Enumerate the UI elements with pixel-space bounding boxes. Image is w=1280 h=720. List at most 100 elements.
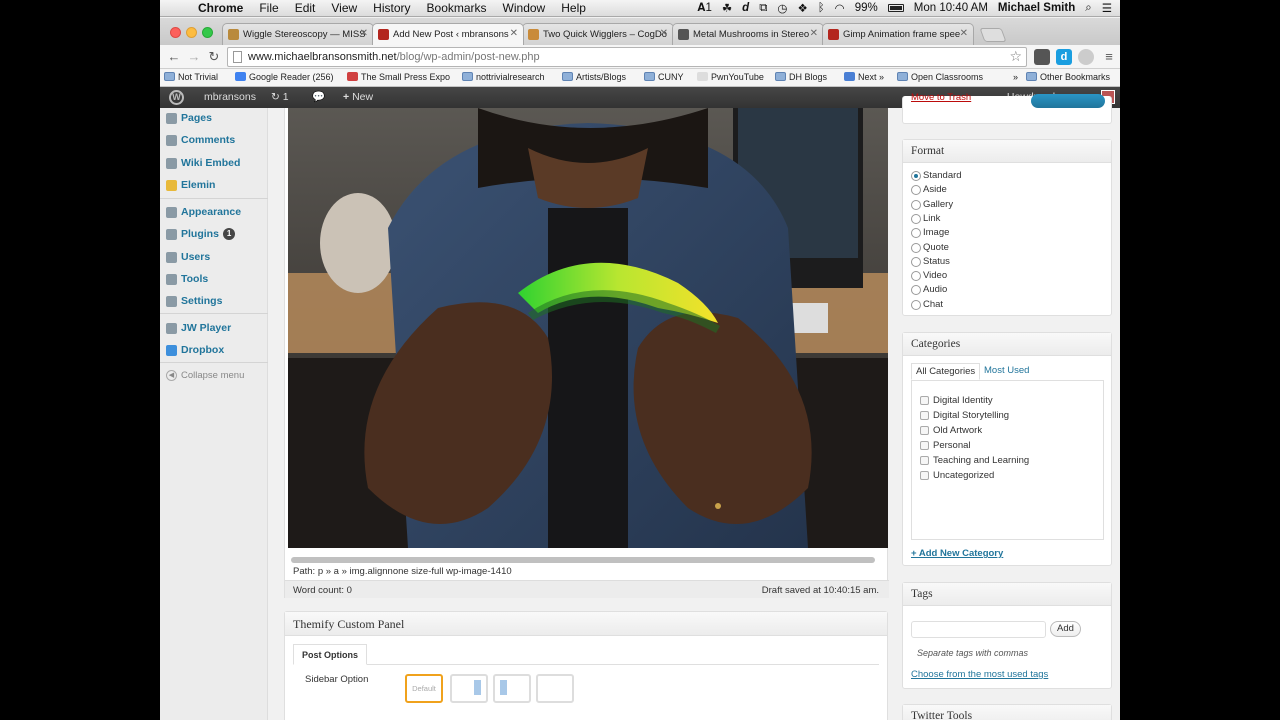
format-option-audio[interactable]: Audio — [911, 284, 947, 296]
reload-icon[interactable]: ↻ — [205, 48, 223, 66]
layout-sidebar-right-option[interactable] — [450, 674, 488, 703]
collapse-menu-button[interactable]: ◀ Collapse menu — [166, 370, 244, 381]
tab-wiggle-stereoscopy[interactable]: Wiggle Stereoscopy — MISS ✕ — [222, 23, 374, 45]
admin-bar-updates[interactable]: ↻ 1 — [271, 87, 289, 108]
address-bar[interactable]: www.michaelbransonsmith.net/blog/wp-admi… — [227, 47, 1027, 67]
radio-button[interactable] — [911, 228, 921, 239]
bookmark-item[interactable]: Open Classrooms — [897, 72, 983, 82]
radio-button[interactable] — [911, 199, 921, 210]
chrome-menu-icon[interactable]: ≡ — [1100, 48, 1118, 66]
close-tab-icon[interactable]: ✕ — [960, 28, 968, 39]
tab-gimp-animation[interactable]: Gimp Animation frame spee ✕ — [822, 23, 974, 45]
tab-add-new-post[interactable]: Add New Post ‹ mbransons ✕ — [372, 23, 524, 45]
checkbox[interactable] — [920, 396, 929, 405]
sidebar-item-pages[interactable]: Pages — [160, 108, 268, 130]
new-tab-button[interactable] — [979, 28, 1007, 42]
tab-all-categories[interactable]: All Categories — [911, 363, 981, 380]
format-option-image[interactable]: Image — [911, 227, 949, 239]
sidebar-item-comments[interactable]: Comments — [160, 130, 268, 152]
sidebar-item-wiki-embed[interactable]: Wiki Embed — [160, 153, 268, 175]
battery-percent[interactable]: 99% — [855, 2, 878, 14]
layout-default-option[interactable]: Default — [405, 674, 443, 703]
evernote-icon[interactable]: ☘ — [722, 1, 732, 15]
extension-globe-icon[interactable] — [1078, 49, 1094, 65]
tab-most-used[interactable]: Most Used — [980, 363, 1033, 378]
bookmark-item[interactable]: Not Trivial — [164, 72, 218, 82]
checkbox[interactable] — [920, 426, 929, 435]
tags-box-title[interactable]: Tags — [903, 583, 1111, 606]
battery-icon[interactable] — [887, 4, 904, 12]
timemachine-icon[interactable]: ◷ — [777, 1, 787, 15]
sidebar-item-users[interactable]: Users — [160, 247, 268, 269]
wordpress-logo-icon[interactable]: W — [169, 90, 184, 105]
tab-metal-mushrooms[interactable]: Metal Mushrooms in Stereo ✕ — [672, 23, 824, 45]
category-item[interactable]: Teaching and Learning — [920, 455, 1029, 466]
menu-window[interactable]: Window — [495, 0, 554, 17]
radio-button[interactable] — [911, 171, 921, 181]
minimize-window-button[interactable] — [186, 27, 197, 38]
tab-post-options[interactable]: Post Options — [293, 644, 367, 665]
format-option-quote[interactable]: Quote — [911, 242, 949, 253]
close-tab-icon[interactable]: ✕ — [360, 28, 368, 39]
checkbox[interactable] — [920, 441, 929, 450]
radio-button[interactable] — [911, 213, 921, 224]
admin-bar-site-name[interactable]: mbransons — [204, 87, 256, 108]
format-option-standard[interactable]: Standard — [911, 170, 962, 181]
category-item[interactable]: Old Artwork — [920, 425, 982, 436]
sidebar-item-elemin[interactable]: Elemin — [160, 175, 268, 197]
wifi-icon[interactable]: ◠ — [835, 1, 845, 15]
evernote-extension-icon[interactable] — [1034, 49, 1050, 65]
category-item[interactable]: Digital Storytelling — [920, 410, 1009, 421]
menu-app-name[interactable]: Chrome — [190, 0, 251, 17]
post-image[interactable] — [288, 108, 888, 548]
bookmark-item[interactable]: CUNY — [644, 72, 684, 82]
menu-edit[interactable]: Edit — [287, 0, 324, 17]
bookmark-item[interactable]: Artists/Blogs — [562, 72, 626, 82]
radio-button[interactable] — [911, 185, 921, 196]
layout-sidebar-left-option[interactable] — [493, 674, 531, 703]
dashlane-icon[interactable]: d — [742, 2, 749, 14]
format-option-chat[interactable]: Chat — [911, 299, 943, 310]
add-tag-button[interactable]: Add — [1050, 621, 1081, 637]
window-icon[interactable]: ⧉ — [759, 2, 767, 15]
twitter-tools-box-title[interactable]: Twitter Tools — [903, 705, 1111, 720]
dropbox-icon[interactable]: ❖ — [797, 1, 807, 15]
close-tab-icon[interactable]: ✕ — [510, 28, 518, 39]
admin-bar-new[interactable]: + New — [343, 87, 373, 108]
radio-button[interactable] — [911, 299, 921, 310]
bookmark-item[interactable]: Google Reader (256) — [235, 72, 334, 82]
bookmark-star-icon[interactable]: ☆ — [1009, 48, 1022, 65]
bookmark-item[interactable]: The Small Press Expo — [347, 72, 450, 82]
add-new-category-link[interactable]: + Add New Category — [911, 548, 1003, 559]
radio-button[interactable] — [911, 256, 921, 267]
dashlane-extension-icon[interactable]: d — [1056, 49, 1072, 65]
format-box-title[interactable]: Format — [903, 140, 1111, 163]
radio-button[interactable] — [911, 242, 921, 253]
forward-arrow-icon[interactable]: → — [185, 48, 203, 66]
category-item[interactable]: Digital Identity — [920, 395, 993, 406]
radio-button[interactable] — [911, 271, 921, 282]
category-item[interactable]: Uncategorized — [920, 470, 994, 481]
tab-two-quick-wigglers[interactable]: Two Quick Wigglers – CogDo ✕ — [522, 23, 674, 45]
checkbox[interactable] — [920, 411, 929, 420]
choose-most-used-tags-link[interactable]: Choose from the most used tags — [911, 669, 1048, 680]
menu-file[interactable]: File — [251, 0, 286, 17]
back-arrow-icon[interactable]: ← — [165, 48, 183, 66]
bluetooth-icon[interactable]: ᛒ — [818, 2, 825, 14]
menubar-clock[interactable]: Mon 10:40 AM — [914, 2, 988, 14]
radio-button[interactable] — [911, 285, 921, 296]
sidebar-item-appearance[interactable]: Appearance — [160, 202, 268, 224]
menu-help[interactable]: Help — [553, 0, 594, 17]
bookmark-item[interactable]: nottrivialresearch — [462, 72, 545, 82]
adobe-icon[interactable]: 𝐀1 — [697, 2, 711, 15]
checkbox[interactable] — [920, 471, 929, 480]
bookmark-item[interactable]: Other Bookmarks — [1026, 72, 1110, 82]
categories-box-title[interactable]: Categories — [903, 333, 1111, 356]
format-option-video[interactable]: Video — [911, 270, 947, 282]
bookmark-item[interactable]: Next » — [844, 72, 884, 82]
path-value[interactable]: p » a » img.alignnone size-full wp-image… — [318, 566, 512, 577]
format-option-status[interactable]: Status — [911, 256, 950, 267]
tag-input[interactable] — [911, 621, 1046, 638]
comment-bubble-icon[interactable]: 💬 — [312, 87, 325, 108]
menubar-user[interactable]: Michael Smith — [998, 2, 1075, 14]
